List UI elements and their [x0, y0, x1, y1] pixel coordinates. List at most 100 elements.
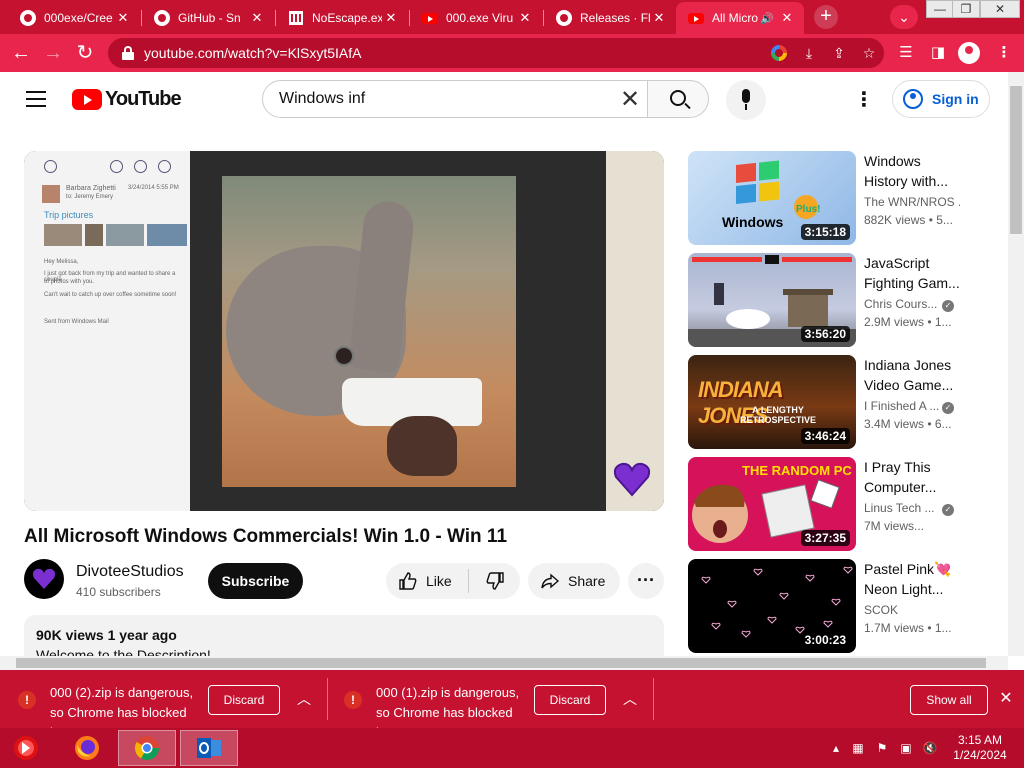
window-close-button[interactable]: ✕: [980, 0, 1020, 18]
discard-button[interactable]: Discard: [208, 685, 280, 715]
forward-button[interactable]: →: [40, 40, 66, 66]
like-label: Like: [426, 573, 452, 589]
mail-body-line: Hey Melissa,: [44, 259, 79, 265]
thumbs-down-icon: [486, 572, 504, 590]
tab-close-icon[interactable]: ✕: [382, 10, 400, 26]
start-button[interactable]: [0, 730, 52, 766]
volume-muted-icon[interactable]: 🔇: [922, 740, 938, 756]
like-divider: [468, 569, 469, 593]
recommended-video[interactable]: Windows Plus! 3:15:18 Windows History wi…: [688, 151, 988, 245]
flag-icon[interactable]: ⚑: [874, 740, 890, 756]
share-button[interactable]: Share: [528, 563, 620, 599]
recommended-video[interactable]: 3:56:20 JavaScript Fighting Gam... Chris…: [688, 253, 988, 347]
channel-avatar[interactable]: [24, 559, 64, 599]
browser-tab[interactable]: 000.exe Viru ✕: [410, 2, 542, 34]
video-thumbnail[interactable]: INDIANA JONES A LENGTHY RETROSPECTIVE 3:…: [688, 355, 856, 449]
video-title: All Microsoft Windows Commercials! Win 1…: [24, 526, 508, 547]
show-all-downloads-button[interactable]: Show all: [910, 685, 988, 715]
install-icon[interactable]: ⤓: [794, 45, 824, 62]
taskbar-firefox[interactable]: [58, 730, 116, 766]
horizontal-scroll-thumb[interactable]: [16, 658, 986, 668]
mail-recipient: to: Jeremy Emery: [66, 194, 114, 200]
video-thumbnail[interactable]: Windows Plus! 3:15:18: [688, 151, 856, 245]
system-clock[interactable]: 3:15 AM 1/24/2024: [948, 733, 1012, 763]
search-query-text[interactable]: Windows inf: [279, 90, 613, 108]
taskbar-outlook[interactable]: [180, 730, 238, 766]
media-controls-icon[interactable]: ☰: [892, 40, 920, 66]
subscribe-button[interactable]: Subscribe: [208, 563, 303, 599]
sign-in-button[interactable]: Sign in: [892, 80, 990, 118]
video-title[interactable]: I Pray This Computer...: [864, 457, 964, 497]
google-icon[interactable]: [771, 45, 787, 61]
search-icon: [670, 90, 686, 106]
share-icon[interactable]: ⇪: [824, 45, 854, 62]
youtube-logo[interactable]: YouTube: [72, 88, 182, 111]
browser-tab[interactable]: 000exe/Cree ✕: [8, 2, 140, 34]
arrow-right-icon: →: [43, 42, 63, 64]
settings-menu-icon[interactable]: ⋮: [852, 88, 876, 112]
taskbar-chrome[interactable]: [118, 730, 176, 766]
browser-tab-active[interactable]: All Micro 🔊 ✕: [676, 2, 804, 34]
show-hidden-icons[interactable]: ▴: [828, 740, 844, 756]
more-actions-button[interactable]: ···: [628, 563, 664, 599]
clear-search-icon[interactable]: ✕: [613, 85, 647, 114]
tab-close-icon[interactable]: ✕: [650, 10, 668, 26]
channel-name[interactable]: DivoteeStudios: [76, 563, 184, 581]
recommended-video[interactable]: THE RANDOM PC 3:27:35 I Pray This Comput…: [688, 457, 988, 551]
start-orb-icon: [14, 736, 38, 760]
minimize-button[interactable]: —: [926, 0, 954, 18]
lock-icon[interactable]: [122, 46, 134, 60]
tab-search-button[interactable]: ⌄: [890, 5, 918, 29]
video-duration: 3:15:18: [800, 224, 850, 240]
chevron-up-icon[interactable]: ︿: [294, 689, 314, 709]
close-icon[interactable]: ✕: [996, 689, 1016, 709]
chevron-up-icon[interactable]: ︿: [620, 689, 640, 709]
browser-tab[interactable]: NoEscape.ex ✕: [276, 2, 408, 34]
tab-close-icon[interactable]: ✕: [778, 10, 796, 26]
video-thumbnail[interactable]: 3:00:23: [688, 559, 856, 653]
recommended-video[interactable]: INDIANA JONES A LENGTHY RETROSPECTIVE 3:…: [688, 355, 988, 449]
voice-search-icon[interactable]: [726, 80, 766, 120]
discard-button[interactable]: Discard: [534, 685, 606, 715]
search-button[interactable]: [647, 80, 709, 118]
profile-avatar[interactable]: [958, 42, 980, 64]
dislike-button[interactable]: [470, 563, 520, 599]
speaker-icon[interactable]: 🔊: [760, 12, 774, 25]
back-button[interactable]: ←: [8, 40, 34, 66]
video-title[interactable]: Windows History with...: [864, 151, 964, 191]
reload-button[interactable]: ↻: [72, 40, 98, 66]
browser-tab[interactable]: Releases · Fl ✕: [544, 2, 676, 34]
description-box[interactable]: 90K views 1 year ago Welcome to the Desc…: [24, 615, 664, 660]
firefox-icon: [75, 736, 99, 760]
bookmark-star-icon[interactable]: ☆: [854, 45, 884, 62]
chrome-menu-icon[interactable]: ⋮: [990, 40, 1018, 66]
address-bar[interactable]: youtube.com/watch?v=KlSxyt5IAfA ⤓ ⇪ ☆: [108, 38, 884, 68]
video-player[interactable]: Barbara Zighetti 3/24/2014 5:55 PM to: J…: [24, 151, 664, 511]
recommended-video[interactable]: 3:00:23 Pastel Pink💘 Neon Light... SCOK …: [688, 559, 988, 653]
vertical-scroll-thumb[interactable]: [1010, 86, 1022, 234]
video-title[interactable]: Indiana Jones Video Game...: [864, 355, 964, 395]
url-text[interactable]: youtube.com/watch?v=KlSxyt5IAfA: [144, 45, 764, 61]
tab-close-icon[interactable]: ✕: [248, 10, 266, 26]
network-icon[interactable]: ▣: [898, 740, 914, 756]
search-input[interactable]: Windows inf ✕: [262, 80, 648, 118]
outlook-icon: [197, 738, 221, 758]
tab-close-icon[interactable]: ✕: [516, 10, 534, 26]
video-thumbnail[interactable]: THE RANDOM PC 3:27:35: [688, 457, 856, 551]
video-title[interactable]: JavaScript Fighting Gam...: [864, 253, 964, 293]
tab-close-icon[interactable]: ✕: [114, 10, 132, 26]
side-panel-icon[interactable]: ◨: [924, 40, 952, 66]
github-icon: [154, 10, 170, 26]
hamburger-menu-icon[interactable]: [26, 91, 46, 107]
restore-button[interactable]: ❐: [952, 0, 980, 18]
action-center-icon[interactable]: ▦: [850, 740, 866, 756]
browser-tab[interactable]: GitHub - Sn ✕: [142, 2, 274, 34]
video-thumbnail[interactable]: 3:56:20: [688, 253, 856, 347]
chrome-icon: [134, 736, 159, 761]
channel-name[interactable]: SCOK: [864, 603, 960, 617]
youtube-icon: [422, 10, 438, 26]
new-tab-button[interactable]: +: [814, 5, 838, 29]
video-title[interactable]: Pastel Pink💘 Neon Light...: [864, 559, 964, 599]
channel-name[interactable]: The WNR/NROS ...: [864, 195, 960, 209]
like-button[interactable]: Like: [386, 563, 468, 599]
